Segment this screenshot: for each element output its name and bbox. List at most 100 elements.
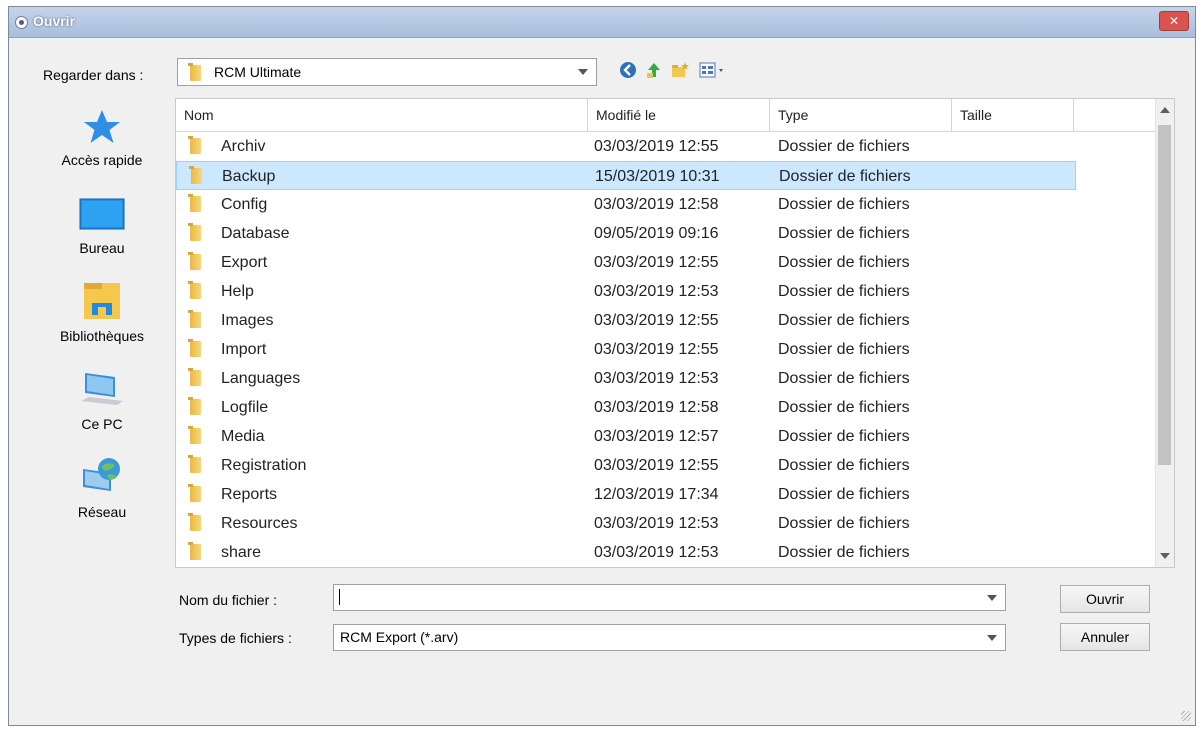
app-icon — [15, 16, 28, 29]
table-row[interactable]: Reports 12/03/2019 17:34 Dossier de fichie… — [176, 480, 1076, 509]
cell-modified: 03/03/2019 12:53 — [594, 370, 719, 387]
folder-icon — [188, 484, 201, 502]
table-row[interactable]: share 03/03/2019 12:53 Dossier de fichiers — [176, 538, 1076, 567]
cell-modified: 03/03/2019 12:55 — [594, 138, 719, 155]
cell-name: Logfile — [188, 393, 269, 422]
cell-type: Dossier de fichiers — [779, 168, 911, 185]
cell-modified: 09/05/2019 09:16 — [594, 225, 719, 242]
folder-icon — [188, 339, 201, 357]
table-row[interactable]: Database 09/05/2019 09:16 Dossier de fichi… — [176, 219, 1076, 248]
cell-modified: 12/03/2019 17:34 — [594, 486, 719, 503]
file-name: Languages — [221, 370, 301, 387]
table-row[interactable]: Export 03/03/2019 12:55 Dossier de fichier… — [176, 248, 1076, 277]
folder-icon — [188, 542, 201, 560]
cell-modified: 15/03/2019 10:31 — [595, 168, 720, 185]
scrollbar-thumb[interactable] — [1158, 125, 1171, 465]
cell-modified: 03/03/2019 12:53 — [594, 515, 719, 532]
close-button[interactable]: ✕ — [1159, 11, 1189, 31]
cell-type: Dossier de fichiers — [778, 312, 910, 329]
folder-icon — [188, 252, 201, 270]
view-menu-icon[interactable] — [699, 61, 725, 79]
table-row[interactable]: Registration 03/03/2019 12:55 Dossier de f… — [176, 451, 1076, 480]
library-icon — [84, 283, 120, 319]
column-header-size[interactable]: Taille — [952, 99, 1074, 131]
cell-type: Dossier de fichiers — [778, 196, 910, 213]
filetype-label: Types de fichiers : — [179, 630, 292, 646]
open-file-dialog: Ouvrir ✕ Regarder dans : RCM Ultimate Ac… — [8, 6, 1196, 726]
folder-icon — [188, 513, 201, 531]
lookin-value: RCM Ultimate — [214, 64, 302, 80]
file-name: Registration — [221, 457, 307, 474]
folder-icon — [188, 281, 201, 299]
column-header-modified[interactable]: Modifié le — [588, 99, 770, 131]
filename-input[interactable] — [333, 584, 1006, 611]
cell-modified: 03/03/2019 12:55 — [594, 254, 719, 271]
filetype-dropdown[interactable]: RCM Export (*.arv) — [333, 624, 1006, 651]
cell-modified: 03/03/2019 12:55 — [594, 312, 719, 329]
cell-type: Dossier de fichiers — [778, 486, 910, 503]
new-folder-icon[interactable] — [671, 61, 689, 79]
cancel-button[interactable]: Annuler — [1060, 623, 1150, 651]
lookin-dropdown[interactable]: RCM Ultimate — [177, 58, 597, 86]
star-icon — [84, 110, 120, 143]
table-row[interactable]: Languages 03/03/2019 12:53 Dossier de fich… — [176, 364, 1076, 393]
cell-type: Dossier de fichiers — [778, 254, 910, 271]
scroll-down-icon[interactable] — [1160, 553, 1170, 559]
file-name: Logfile — [221, 399, 269, 416]
dialog-title: Ouvrir — [33, 13, 76, 29]
file-list[interactable]: Nom Modifié le Type Taille Archiv 03/03/2… — [175, 98, 1175, 568]
column-header-name[interactable]: Nom — [176, 99, 588, 131]
file-name: Archiv — [221, 138, 266, 155]
file-name: Reports — [221, 486, 278, 503]
title-bar[interactable]: Ouvrir ✕ — [9, 7, 1195, 38]
sidebar-item-this-pc[interactable]: Ce PC — [37, 367, 167, 432]
sidebar-item-label: Réseau — [77, 504, 127, 520]
folder-icon — [188, 368, 201, 386]
file-name: Database — [221, 225, 290, 242]
table-row[interactable]: Import 03/03/2019 12:55 Dossier de fichier… — [176, 335, 1076, 364]
table-row[interactable]: Images 03/03/2019 12:55 Dossier de fichier… — [176, 306, 1076, 335]
sidebar-item-label: Bibliothèques — [59, 328, 145, 344]
sidebar-item-quick-access[interactable]: Accès rapide — [37, 107, 167, 168]
cell-modified: 03/03/2019 12:58 — [594, 196, 719, 213]
sidebar-item-desktop[interactable]: Bureau — [37, 195, 167, 256]
lookin-label: Regarder dans : — [43, 67, 144, 83]
table-row[interactable]: Media 03/03/2019 12:57 Dossier de fichiers — [176, 422, 1076, 451]
cell-type: Dossier de fichiers — [778, 544, 910, 561]
cell-modified: 03/03/2019 12:55 — [594, 341, 719, 358]
folder-icon — [188, 426, 201, 444]
file-name: Resources — [221, 515, 298, 532]
cell-modified: 03/03/2019 12:57 — [594, 428, 719, 445]
folder-icon — [188, 223, 201, 241]
file-name: Config — [221, 196, 268, 213]
cell-modified: 03/03/2019 12:55 — [594, 457, 719, 474]
chevron-down-icon[interactable] — [987, 594, 997, 601]
file-name: Export — [221, 254, 268, 271]
close-icon: ✕ — [1168, 14, 1180, 28]
column-header-type[interactable]: Type — [770, 99, 952, 131]
sidebar-item-network[interactable]: Réseau — [37, 455, 167, 520]
resize-grip-icon[interactable] — [1181, 711, 1191, 721]
vertical-scrollbar[interactable] — [1155, 99, 1174, 567]
table-row[interactable]: Help 03/03/2019 12:53 Dossier de fichiers — [176, 277, 1076, 306]
sidebar-item-label: Accès rapide — [61, 152, 143, 168]
table-row[interactable]: Backup 15/03/2019 10:31 Dossier de fichier… — [176, 161, 1076, 190]
table-row[interactable]: Logfile 03/03/2019 12:58 Dossier de fichie… — [176, 393, 1076, 422]
file-name: share — [221, 544, 262, 561]
cell-name: Archiv — [188, 132, 266, 161]
cell-name: Media — [188, 422, 265, 451]
sidebar-item-libraries[interactable]: Bibliothèques — [37, 279, 167, 344]
scroll-up-icon[interactable] — [1160, 107, 1170, 113]
up-folder-icon[interactable] — [645, 61, 663, 79]
folder-icon — [189, 166, 202, 184]
table-row[interactable]: Archiv 03/03/2019 12:55 Dossier de fichier… — [176, 132, 1076, 161]
open-button[interactable]: Ouvrir — [1060, 585, 1150, 613]
table-row[interactable]: Resources 03/03/2019 12:53 Dossier de fich… — [176, 509, 1076, 538]
cell-name: Images — [188, 306, 273, 335]
cell-name: Resources — [188, 509, 298, 538]
back-icon[interactable] — [619, 61, 637, 79]
table-row[interactable]: Config 03/03/2019 12:58 Dossier de fichier… — [176, 190, 1076, 219]
cell-type: Dossier de fichiers — [778, 283, 910, 300]
cell-type: Dossier de fichiers — [778, 225, 910, 242]
desktop-icon — [79, 198, 125, 230]
